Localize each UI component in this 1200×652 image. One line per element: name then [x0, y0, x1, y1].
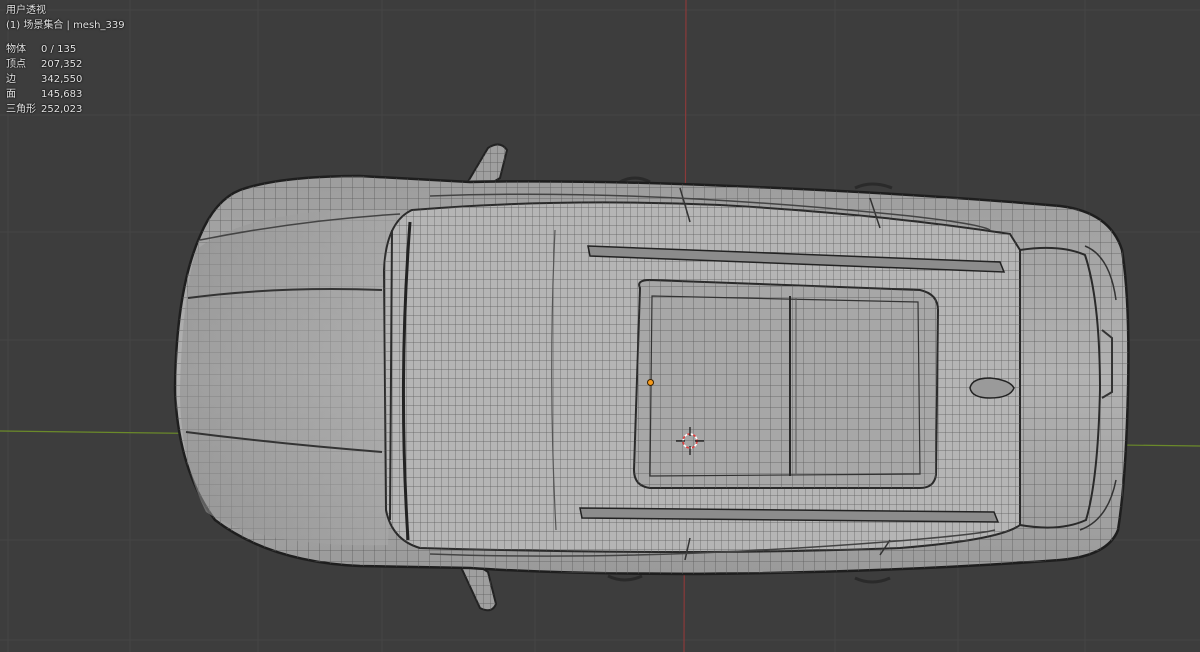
car-mesh[interactable]: [173, 143, 1130, 612]
stat-label: 三角形: [6, 104, 36, 115]
stat-label: 顶点: [6, 59, 26, 70]
stat-value: 207,352: [41, 59, 83, 70]
viewport-canvas[interactable]: [0, 0, 1200, 652]
stat-label: 面: [6, 89, 16, 100]
stat-value: 252,023: [41, 104, 83, 115]
collection-info: (1) 场景集合 | mesh_339: [6, 20, 125, 31]
3d-viewport[interactable]: 用户透视 (1) 场景集合 | mesh_339 物体 0 / 135 顶点 2…: [0, 0, 1200, 652]
stat-row-vertices: 顶点 207,352: [6, 57, 125, 72]
stat-value: 145,683: [41, 89, 83, 100]
stat-value: 0 / 135: [41, 44, 77, 55]
stat-row-faces: 面 145,683: [6, 87, 125, 102]
stat-row-edges: 边 342,550: [6, 72, 125, 87]
stat-label: 物体: [6, 44, 26, 55]
stat-label: 边: [6, 74, 16, 85]
object-origin-icon[interactable]: [647, 379, 654, 386]
view-name: 用户透视: [6, 5, 46, 16]
scene-statistics: 物体 0 / 135 顶点 207,352 边 342,550 面 145,68…: [6, 42, 125, 117]
stat-value: 342,550: [41, 74, 83, 85]
3d-cursor-icon[interactable]: [676, 427, 704, 455]
stat-row-objects: 物体 0 / 135: [6, 42, 125, 57]
stat-row-triangles: 三角形 252,023: [6, 102, 125, 117]
viewport-info-overlay: 用户透视 (1) 场景集合 | mesh_339 物体 0 / 135 顶点 2…: [6, 3, 125, 117]
